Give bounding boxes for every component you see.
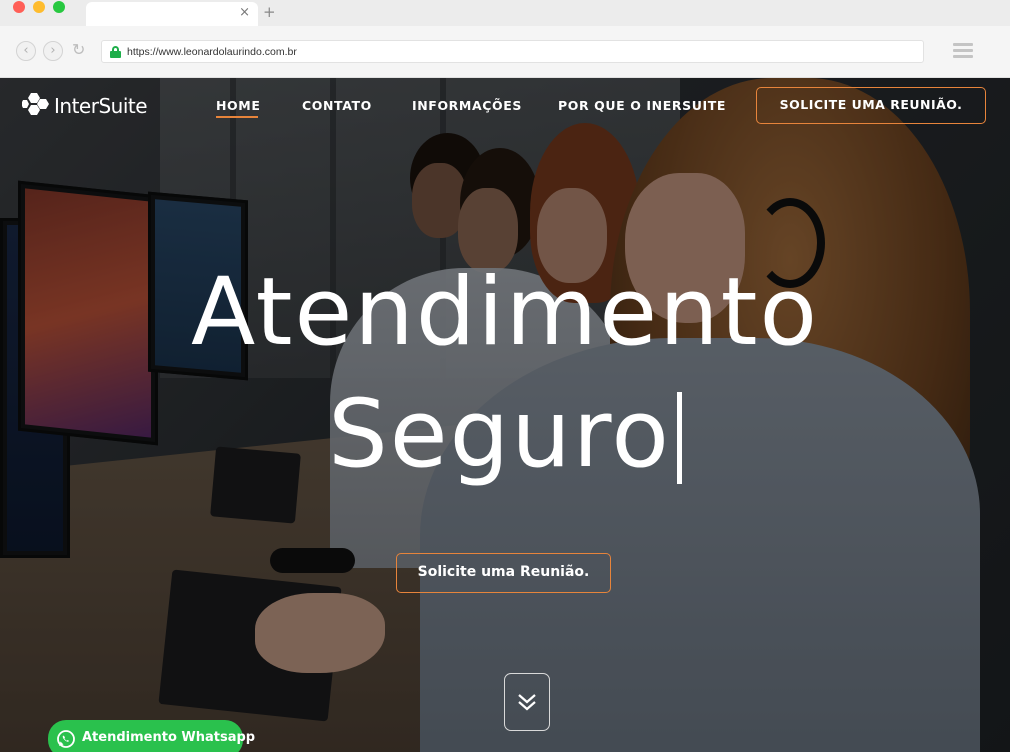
scroll-down-button[interactable] xyxy=(504,673,550,731)
tab-close-icon[interactable]: × xyxy=(239,5,250,21)
hero-headline-word: Seguro xyxy=(328,380,671,489)
typing-cursor xyxy=(676,392,682,484)
address-bar[interactable]: https://www.leonardolaurindo.com.br xyxy=(101,40,924,63)
hero-headline-line2: Seguro xyxy=(0,380,1010,490)
back-button[interactable]: ‹ xyxy=(16,41,36,61)
whatsapp-button[interactable]: Atendimento Whatsapp xyxy=(48,720,255,752)
active-nav-underline xyxy=(216,116,258,118)
forward-button[interactable]: › xyxy=(43,41,63,61)
hero-request-meeting-button[interactable]: Solicite uma Reunião. xyxy=(396,553,611,593)
browser-toolbar: ‹ › ↻ https://www.leonardolaurindo.com.b… xyxy=(0,26,1010,78)
url-text[interactable]: https://www.leonardolaurindo.com.br xyxy=(127,45,297,59)
nav-informacoes[interactable]: INFORMAÇÕES xyxy=(412,98,522,114)
browser-tab[interactable]: × xyxy=(86,2,258,26)
new-tab-button[interactable]: + xyxy=(263,3,276,21)
nav-contato[interactable]: CONTATO xyxy=(302,98,372,114)
maximize-window-button[interactable] xyxy=(53,1,65,13)
reload-icon[interactable]: ↻ xyxy=(72,40,85,60)
lock-icon xyxy=(110,46,121,58)
brand-name: InterSuite xyxy=(54,94,148,118)
browser-titlebar: × + xyxy=(0,0,1010,26)
minimize-window-button[interactable] xyxy=(33,1,45,13)
close-window-button[interactable] xyxy=(13,1,25,13)
double-chevron-down-icon xyxy=(518,694,536,711)
nav-por-que[interactable]: POR QUE O INERSUITE xyxy=(558,98,726,114)
site-logo[interactable]: InterSuite xyxy=(22,91,148,121)
whatsapp-label: Atendimento Whatsapp xyxy=(82,730,256,745)
hero-section: InterSuite HOME CONTATO INFORMAÇÕES POR … xyxy=(0,78,1010,752)
hero-headline-line1: Atendimento xyxy=(190,258,820,367)
browser-menu-icon[interactable] xyxy=(953,43,973,59)
hexagon-logo-icon xyxy=(22,93,49,115)
whatsapp-icon xyxy=(57,730,75,748)
nav-home[interactable]: HOME xyxy=(216,98,260,114)
header-request-meeting-button[interactable]: SOLICITE UMA REUNIÃO. xyxy=(756,87,986,124)
